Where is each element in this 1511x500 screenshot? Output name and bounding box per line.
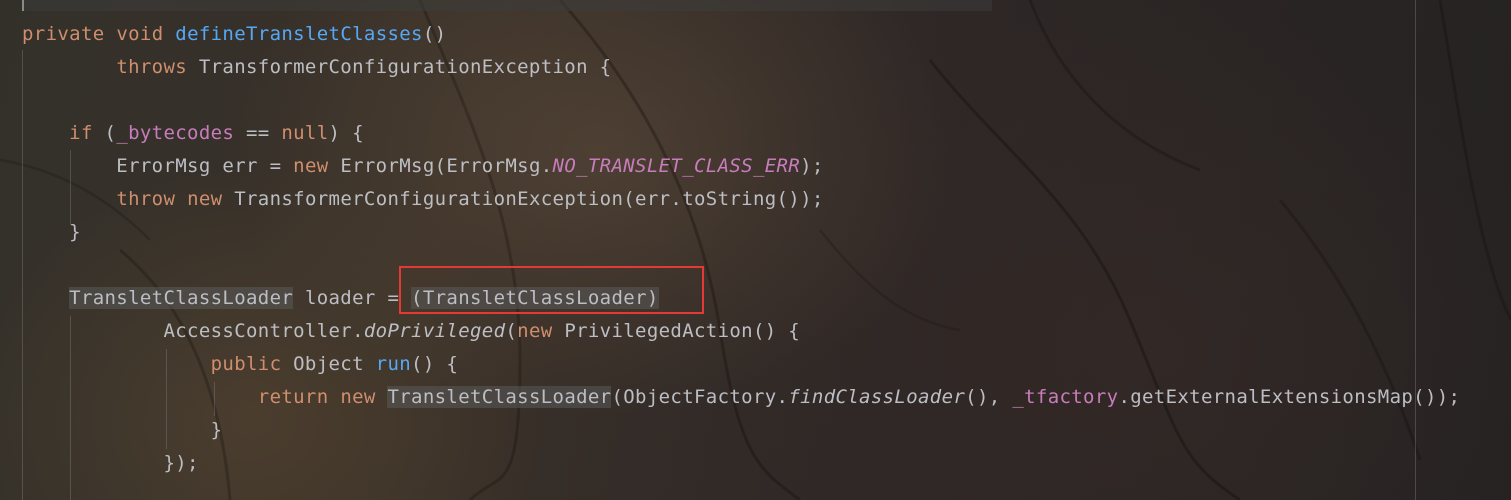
code-line[interactable]: }); (22, 447, 199, 480)
code-line[interactable]: return new TransletClassLoader(ObjectFac… (22, 381, 1460, 414)
code-token: Object (281, 353, 376, 375)
code-token: (ObjectFactory. (611, 386, 789, 408)
code-token: loader = (293, 287, 412, 309)
code-token: ( (505, 320, 518, 342)
code-token: doPrivileged (363, 320, 506, 342)
code-token: return (257, 386, 329, 408)
code-line[interactable]: } (22, 216, 81, 249)
code-token: ); (800, 155, 824, 177)
top-code-fold-strip (22, 0, 992, 11)
code-token: new (340, 386, 376, 408)
code-token: PrivilegedAction() { (552, 320, 801, 342)
code-token: _tfactory (1012, 386, 1119, 408)
code-token: run (375, 353, 412, 375)
code-token: ) { (328, 122, 364, 144)
code-token: findClassLoader (788, 386, 966, 408)
code-token: .getExternalExtensionsMap()); (1118, 386, 1461, 408)
code-token: new (187, 188, 223, 210)
code-line[interactable]: AccessController.doPrivileged(new Privil… (22, 315, 800, 348)
code-line[interactable]: TransletClassLoader loader = (TransletCl… (22, 282, 659, 315)
code-line[interactable]: private void defineTransletClasses() (22, 18, 446, 51)
code-token: } (22, 221, 81, 243)
code-token: () { (411, 353, 459, 375)
code-token: _bytecodes (116, 122, 235, 144)
code-token: throw (116, 188, 176, 210)
code-line[interactable]: } (22, 414, 222, 447)
code-token: defineTransletClasses (175, 23, 423, 45)
code-token: TransletClassLoader (387, 386, 612, 408)
right-margin-guide (1415, 0, 1416, 500)
code-line[interactable]: if (_bytecodes == null) { (22, 117, 364, 150)
code-line[interactable]: ErrorMsg err = new ErrorMsg(ErrorMsg.NO_… (22, 150, 824, 183)
code-token: ErrorMsg(ErrorMsg. (328, 155, 553, 177)
code-token: (), (965, 386, 1013, 408)
code-token: new (293, 155, 329, 177)
code-token: () (422, 23, 447, 45)
code-token: TransformerConfigurationException { (187, 56, 612, 78)
code-token: null (281, 122, 329, 144)
code-token: AccessController. (22, 320, 364, 342)
code-token: new (517, 320, 553, 342)
code-token: private (22, 23, 105, 45)
code-token: throws (116, 56, 188, 78)
code-token: } (22, 419, 223, 441)
code-editor[interactable]: private void defineTransletClasses() thr… (0, 0, 1511, 500)
code-line[interactable]: throw new TransformerConfigurationExcept… (22, 183, 824, 216)
code-token: void (116, 23, 164, 45)
code-token: TransletClassLoader (69, 287, 294, 309)
code-token: if (69, 122, 93, 144)
code-token: ( (92, 122, 117, 144)
code-token: public (210, 353, 282, 375)
code-line[interactable]: public Object run() { (22, 348, 458, 381)
code-token: }); (22, 452, 199, 474)
code-token: == (234, 122, 282, 144)
code-token: ErrorMsg err = (22, 155, 294, 177)
code-token: TransformerConfigurationException(err.to… (222, 188, 824, 210)
code-token: (TransletClassLoader) (411, 287, 659, 309)
code-token: NO_TRANSLET_CLASS_ERR (552, 155, 801, 177)
top-strip-marker (22, 0, 24, 11)
code-line[interactable]: throws TransformerConfigurationException… (22, 51, 611, 84)
